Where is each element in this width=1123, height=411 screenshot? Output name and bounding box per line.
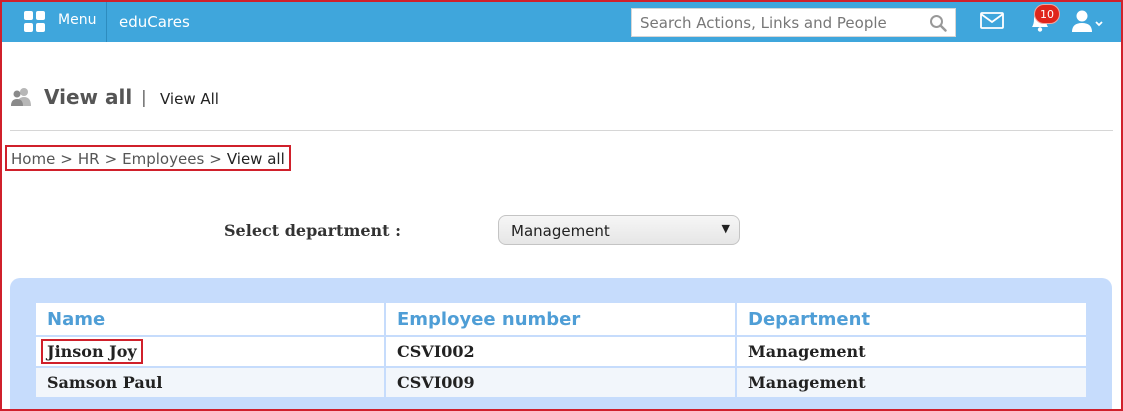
table-row[interactable]: Jinson Joy CSVI002 Management	[34, 335, 1088, 368]
department-selected-value: Management	[511, 222, 610, 240]
page-subtitle: View All	[160, 90, 219, 108]
mail-icon[interactable]	[980, 12, 1004, 29]
breadcrumb-separator: >	[209, 150, 222, 168]
user-icon[interactable]	[1070, 9, 1104, 33]
cell-name: Jinson Joy	[34, 335, 386, 368]
top-navbar: Menu eduCares	[2, 2, 1121, 42]
search-box	[631, 8, 956, 37]
menu-button[interactable]: Menu	[10, 2, 106, 42]
cell-department: Management	[735, 335, 1088, 368]
page-title: View all	[44, 85, 133, 109]
search-icon[interactable]	[929, 14, 947, 32]
employee-name-link[interactable]: Jinson Joy	[41, 339, 143, 364]
cell-employee-number: CSVI002	[384, 335, 737, 368]
table-header-row: Name Employee number Department	[34, 301, 1088, 337]
navbar-divider	[106, 2, 107, 42]
breadcrumb-current: View all	[226, 150, 285, 168]
column-header-employee-number[interactable]: Employee number	[384, 301, 737, 337]
caret-down-icon: ▼	[721, 222, 730, 235]
heading-divider	[10, 130, 1113, 131]
brand-link[interactable]: eduCares	[119, 13, 190, 31]
table-row[interactable]: Samson Paul CSVI009 Management	[34, 366, 1088, 399]
menu-grid-icon	[24, 11, 46, 33]
cell-name[interactable]: Samson Paul	[34, 366, 386, 399]
breadcrumb-home[interactable]: Home	[11, 150, 55, 168]
breadcrumb-separator: >	[60, 150, 73, 168]
breadcrumb-employees[interactable]: Employees	[122, 150, 204, 168]
employees-icon	[11, 88, 31, 106]
breadcrumb-hr[interactable]: HR	[78, 150, 100, 168]
cell-employee-number: CSVI009	[384, 366, 737, 399]
menu-label: Menu	[58, 12, 97, 28]
breadcrumb-separator: >	[104, 150, 118, 168]
department-select[interactable]: Management ▼	[498, 215, 740, 245]
breadcrumb: Home > HR > Employees > View all	[5, 145, 291, 171]
column-header-name[interactable]: Name	[34, 301, 386, 337]
department-label: Select department :	[224, 221, 402, 240]
cell-department: Management	[735, 366, 1088, 399]
employee-table: Name Employee number Department Jinson J…	[34, 301, 1088, 399]
search-input[interactable]	[640, 13, 920, 33]
title-separator: |	[141, 88, 147, 108]
column-header-department[interactable]: Department	[735, 301, 1088, 337]
notification-badge: 10	[1034, 4, 1060, 24]
